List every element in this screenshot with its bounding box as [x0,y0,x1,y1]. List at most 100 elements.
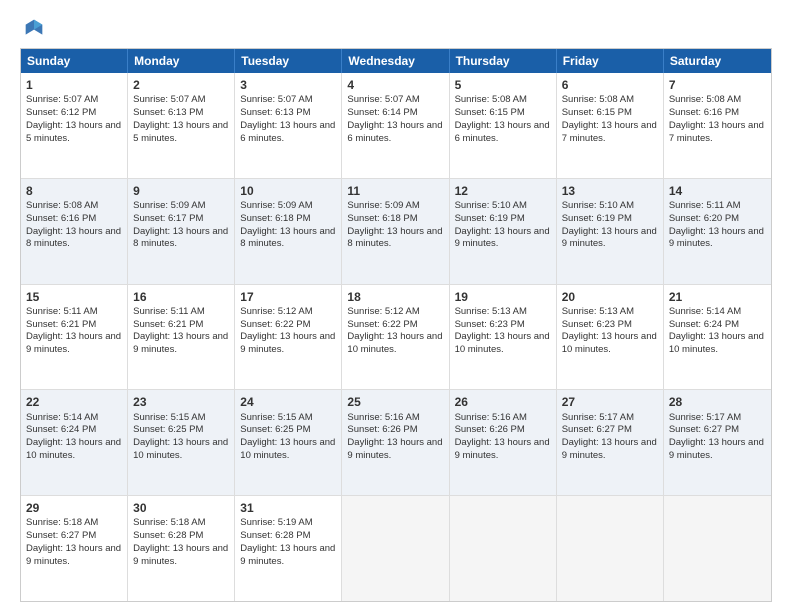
day-number: 14 [669,183,766,199]
day-info-line: Sunset: 6:23 PM [562,319,658,332]
day-info-line: Sunrise: 5:15 AM [240,412,336,425]
day-info-line: Sunrise: 5:10 AM [455,200,551,213]
day-cell-1: 1Sunrise: 5:07 AMSunset: 6:12 PMDaylight… [21,73,128,178]
day-cell-4: 4Sunrise: 5:07 AMSunset: 6:14 PMDaylight… [342,73,449,178]
day-number: 29 [26,500,122,516]
day-info-line: Sunrise: 5:09 AM [133,200,229,213]
day-number: 23 [133,394,229,410]
day-info-line: Sunrise: 5:14 AM [669,306,766,319]
day-info-line: Sunset: 6:25 PM [240,424,336,437]
day-info-line: Daylight: 13 hours and 9 minutes. [240,331,336,357]
day-cell-19: 19Sunrise: 5:13 AMSunset: 6:23 PMDayligh… [450,285,557,390]
day-cell-9: 9Sunrise: 5:09 AMSunset: 6:17 PMDaylight… [128,179,235,284]
day-number: 11 [347,183,443,199]
day-info-line: Sunrise: 5:08 AM [562,94,658,107]
calendar-row-2: 8Sunrise: 5:08 AMSunset: 6:16 PM Daylight… [21,179,771,285]
day-cell-5: 5Sunrise: 5:08 AMSunset: 6:15 PMDaylight… [450,73,557,178]
day-info-line: Sunset: 6:21 PM [133,319,229,332]
weekday-header-monday: Monday [128,49,235,73]
day-info-line: Sunrise: 5:11 AM [669,200,766,213]
day-info-line: Sunset: 6:22 PM [347,319,443,332]
day-cell-12: 12Sunrise: 5:10 AMSunset: 6:19 PMDayligh… [450,179,557,284]
day-number: 6 [562,77,658,93]
day-info-line: Sunset: 6:27 PM [562,424,658,437]
calendar-body: 1Sunrise: 5:07 AMSunset: 6:12 PMDaylight… [21,73,771,601]
day-info-line: Sunrise: 5:08 AM [26,200,122,213]
day-cell-11: 11Sunrise: 5:09 AMSunset: 6:18 PMDayligh… [342,179,449,284]
day-info-line: Daylight: 13 hours and 6 minutes. [455,120,551,146]
empty-cell-4-4 [450,496,557,601]
day-info-line: Daylight: 13 hours and 10 minutes. [347,331,443,357]
day-info-line: Sunset: 6:19 PM [562,213,658,226]
empty-cell-4-6 [664,496,771,601]
day-number: 8 [26,183,122,199]
logo-icon [24,18,44,38]
day-info-line: Sunset: 6:16 PM [669,107,766,120]
day-cell-13: 13Sunrise: 5:10 AMSunset: 6:19 PMDayligh… [557,179,664,284]
day-info-line: Daylight: 13 hours and 10 minutes. [455,331,551,357]
day-info-line: Sunset: 6:15 PM [455,107,551,120]
day-info-line: Daylight: 13 hours and 10 minutes. [26,437,122,463]
day-info-line: Daylight: 13 hours and 9 minutes. [133,331,229,357]
day-cell-15: 15Sunrise: 5:11 AMSunset: 6:21 PMDayligh… [21,285,128,390]
day-info-line: Sunset: 6:13 PM [240,107,336,120]
day-info-line: Sunset: 6:18 PM [240,213,336,226]
day-info-line: Daylight: 13 hours and 9 minutes. [669,226,766,252]
day-info-line: Daylight: 13 hours and 8 minutes. [240,226,336,252]
day-info-line: Sunrise: 5:07 AM [133,94,229,107]
day-number: 15 [26,289,122,305]
day-cell-30: 30Sunrise: 5:18 AMSunset: 6:28 PMDayligh… [128,496,235,601]
day-number: 7 [669,77,766,93]
empty-cell-4-5 [557,496,664,601]
day-info-line: Sunrise: 5:12 AM [347,306,443,319]
day-info-line: Daylight: 13 hours and 10 minutes. [669,331,766,357]
calendar-row-4: 22Sunrise: 5:14 AMSunset: 6:24 PMDayligh… [21,390,771,496]
day-cell-31: 31Sunrise: 5:19 AMSunset: 6:28 PMDayligh… [235,496,342,601]
day-info-line: Sunset: 6:24 PM [669,319,766,332]
weekday-header-sunday: Sunday [21,49,128,73]
day-info-line: Daylight: 13 hours and 5 minutes. [26,120,122,146]
calendar: SundayMondayTuesdayWednesdayThursdayFrid… [20,48,772,602]
day-number: 1 [26,77,122,93]
day-info-line: Sunset: 6:26 PM [455,424,551,437]
day-info-line: Sunrise: 5:09 AM [240,200,336,213]
weekday-header-thursday: Thursday [450,49,557,73]
day-info-line: Daylight: 13 hours and 9 minutes. [26,331,122,357]
day-number: 4 [347,77,443,93]
day-info-line: Sunrise: 5:08 AM [669,94,766,107]
day-info-line: Daylight: 13 hours and 9 minutes. [26,543,122,569]
day-info-line: Daylight: 13 hours and 10 minutes. [240,437,336,463]
day-cell-8: 8Sunrise: 5:08 AMSunset: 6:16 PMDaylight… [21,179,128,284]
day-info-line: Sunrise: 5:17 AM [669,412,766,425]
day-number: 25 [347,394,443,410]
day-info-line: Sunset: 6:28 PM [133,530,229,543]
day-info-line: Daylight: 13 hours and 9 minutes. [347,437,443,463]
day-cell-25: 25Sunrise: 5:16 AMSunset: 6:26 PMDayligh… [342,390,449,495]
day-info-line: Sunset: 6:27 PM [26,530,122,543]
calendar-header: SundayMondayTuesdayWednesdayThursdayFrid… [21,49,771,73]
day-number: 18 [347,289,443,305]
day-cell-29: 29Sunrise: 5:18 AMSunset: 6:27 PMDayligh… [21,496,128,601]
weekday-header-friday: Friday [557,49,664,73]
day-info-line: Sunrise: 5:13 AM [455,306,551,319]
day-cell-16: 16Sunrise: 5:11 AMSunset: 6:21 PMDayligh… [128,285,235,390]
day-number: 26 [455,394,551,410]
day-info-line: Daylight: 13 hours and 9 minutes. [562,437,658,463]
calendar-row-3: 15Sunrise: 5:11 AMSunset: 6:21 PMDayligh… [21,285,771,391]
day-info-line: Sunset: 6:25 PM [133,424,229,437]
day-info-line: Daylight: 13 hours and 8 minutes. [133,226,229,252]
day-info-line: Sunrise: 5:16 AM [347,412,443,425]
day-info-line: Daylight: 13 hours and 8 minutes. [347,226,443,252]
logo [20,18,46,38]
day-number: 20 [562,289,658,305]
day-info-line: Daylight: 13 hours and 7 minutes. [562,120,658,146]
day-number: 21 [669,289,766,305]
day-number: 19 [455,289,551,305]
day-cell-23: 23Sunrise: 5:15 AMSunset: 6:25 PMDayligh… [128,390,235,495]
day-info-line: Sunset: 6:20 PM [669,213,766,226]
day-cell-20: 20Sunrise: 5:13 AMSunset: 6:23 PMDayligh… [557,285,664,390]
day-info-line: Sunrise: 5:08 AM [455,94,551,107]
day-cell-3: 3Sunrise: 5:07 AMSunset: 6:13 PMDaylight… [235,73,342,178]
weekday-header-wednesday: Wednesday [342,49,449,73]
day-info-line: Sunset: 6:16 PM [26,213,122,226]
